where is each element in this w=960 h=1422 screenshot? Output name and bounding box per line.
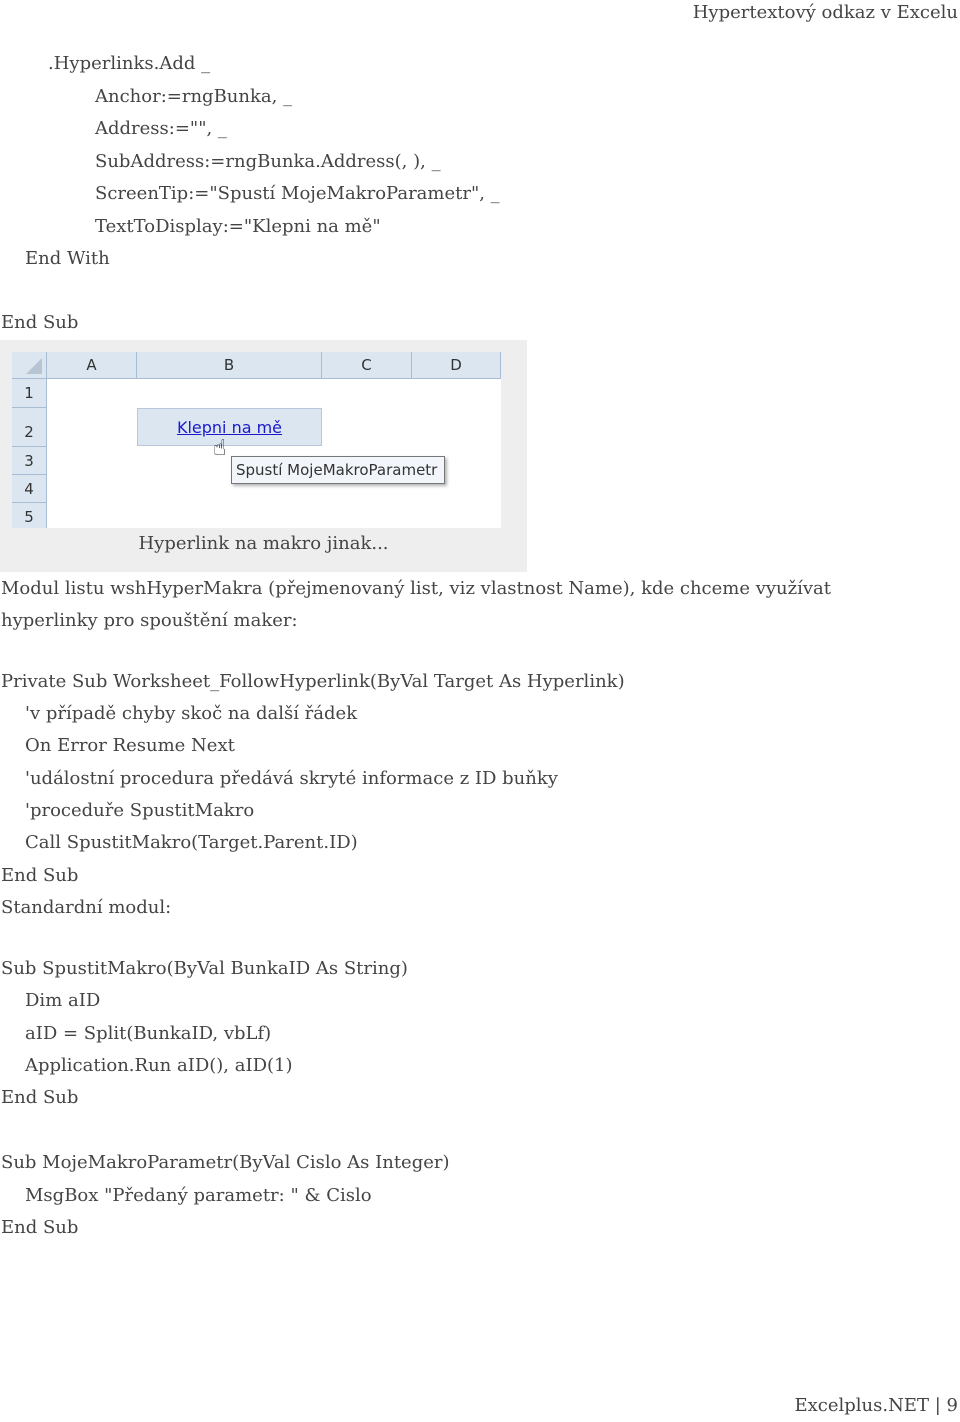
hyperlink-text: Klepni na mě bbox=[176, 418, 283, 437]
code-line: Application.Run aID(), aID(1) bbox=[25, 1055, 293, 1076]
code-line: 'proceduře SpustitMakro bbox=[25, 800, 255, 821]
code-line: On Error Resume Next bbox=[25, 735, 235, 756]
page-number: 9 bbox=[946, 1395, 958, 1416]
code-line: 'událostní procedura předává skryté info… bbox=[25, 768, 558, 789]
code-line: End Sub bbox=[1, 865, 79, 886]
paragraph-line: hyperlinky pro spouštění maker: bbox=[1, 610, 298, 631]
row-header-1: 1 bbox=[12, 379, 47, 408]
row-header-5: 5 bbox=[12, 503, 47, 528]
spreadsheet-image: A B C D 1 2 3 4 5 Klepni na mě Spustí Mo… bbox=[12, 352, 501, 528]
footer-site: Excelplus.NET bbox=[794, 1395, 929, 1416]
paragraph-line: Modul listu wshHyperMakra (přejmenovaný … bbox=[1, 578, 832, 599]
code-line: Sub MojeMakroParametr(ByVal Cislo As Int… bbox=[1, 1152, 450, 1173]
code-line: TextToDisplay:="Klepni na mě" bbox=[95, 216, 381, 237]
page-header: Hypertextový odkaz v Excelu bbox=[692, 2, 958, 23]
code-line: SubAddress:=rngBunka.Address(, ), _ bbox=[95, 151, 441, 172]
code-line: .Hyperlinks.Add _ bbox=[48, 53, 211, 74]
code-line: End Sub bbox=[1, 1217, 79, 1238]
column-header-c: C bbox=[322, 352, 412, 379]
code-line: Address:="", _ bbox=[95, 118, 227, 139]
column-header-b: B bbox=[137, 352, 322, 379]
screentip-tooltip: Spustí MojeMakroParametr bbox=[231, 456, 445, 484]
footer-separator: | bbox=[934, 1395, 941, 1416]
column-header-d: D bbox=[412, 352, 501, 379]
code-line: aID = Split(BunkaID, vbLf) bbox=[25, 1023, 272, 1044]
document-page: Hypertextový odkaz v Excelu .Hyperlinks.… bbox=[0, 0, 960, 1422]
code-line: Anchor:=rngBunka, _ bbox=[95, 86, 293, 107]
code-line: ScreenTip:="Spustí MojeMakroParametr", _ bbox=[95, 183, 500, 204]
row-header-3: 3 bbox=[12, 447, 47, 475]
row-header-2: 2 bbox=[12, 408, 47, 447]
page-footer: Excelplus.NET | 9 bbox=[794, 1394, 958, 1418]
code-line: MsgBox "Předaný parametr: " & Cislo bbox=[25, 1185, 372, 1206]
row-header-4: 4 bbox=[12, 475, 47, 503]
code-line: Private Sub Worksheet_FollowHyperlink(By… bbox=[1, 671, 625, 692]
paragraph-line: Standardní modul: bbox=[1, 897, 172, 918]
hyperlink-cell: Klepni na mě bbox=[137, 408, 322, 446]
code-line: Dim aID bbox=[25, 990, 101, 1011]
figure-caption: Hyperlink na makro jinak... bbox=[138, 533, 389, 554]
hand-cursor-icon: ☝ bbox=[213, 436, 227, 461]
code-line: Sub SpustitMakro(ByVal BunkaID As String… bbox=[1, 958, 408, 979]
select-all-corner bbox=[12, 352, 47, 379]
code-line: End Sub bbox=[1, 312, 79, 333]
code-line: End Sub bbox=[1, 1087, 79, 1108]
code-line: 'v případě chyby skoč na další řádek bbox=[25, 703, 358, 724]
code-line: Call SpustitMakro(Target.Parent.ID) bbox=[25, 832, 358, 853]
code-line: End With bbox=[25, 248, 110, 269]
column-header-a: A bbox=[47, 352, 137, 379]
excel-screenshot-figure: A B C D 1 2 3 4 5 Klepni na mě Spustí Mo… bbox=[0, 340, 527, 572]
